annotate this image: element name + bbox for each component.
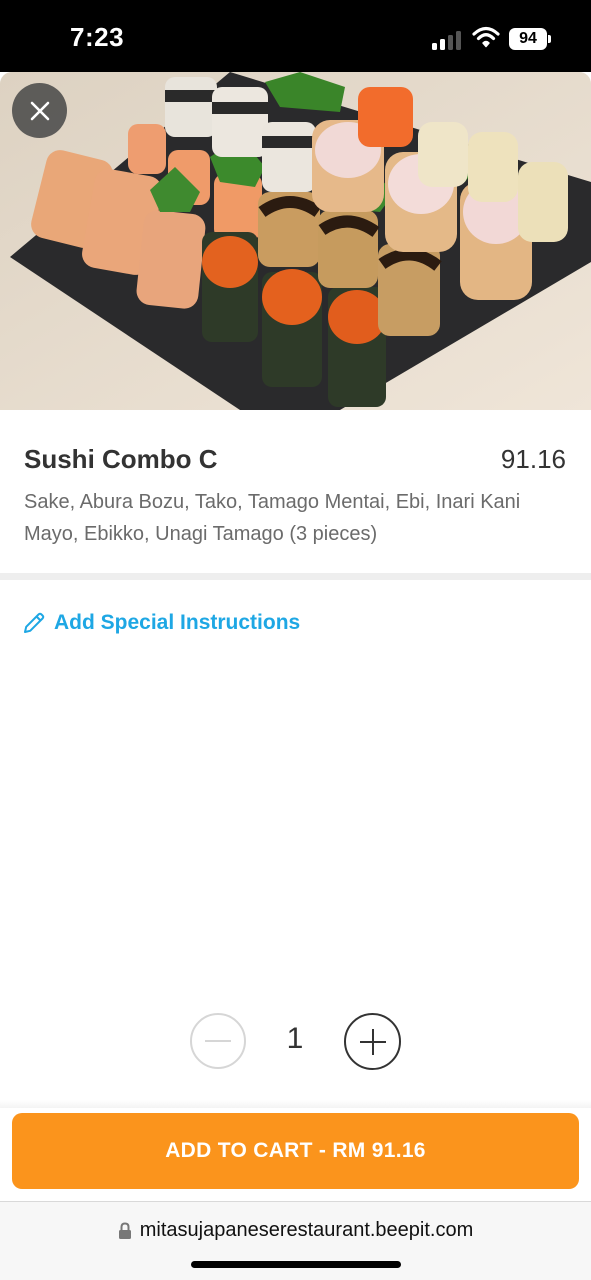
product-price: 91.16 — [500, 444, 566, 474]
footer-shadow — [0, 1100, 591, 1108]
home-indicator[interactable] — [191, 1261, 401, 1268]
browser-address-bar[interactable]: mitasujapaneserestaurant.beepit.com — [0, 1201, 591, 1280]
status-bar: 7:23 94 — [0, 0, 591, 72]
lock-icon — [118, 1221, 131, 1239]
status-time: 7:23 — [70, 22, 125, 52]
url-text: mitasujapaneserestaurant.beepit.com — [139, 1219, 474, 1241]
sushi-platter-illustration — [0, 72, 591, 410]
product-name: Sushi Combo C — [24, 444, 218, 474]
close-icon — [30, 101, 49, 120]
quantity-decrease-button[interactable] — [190, 1013, 246, 1069]
pencil-icon — [24, 612, 45, 633]
battery-tip — [548, 35, 551, 43]
quantity-increase-button[interactable] — [344, 1013, 401, 1070]
product-image — [0, 72, 591, 410]
add-special-instructions-link[interactable]: Add Special Instructions — [22, 608, 300, 638]
wifi-icon — [472, 26, 500, 48]
product-description: Sake, Abura Bozu, Tako, Tamago Mentai, E… — [24, 491, 521, 545]
url-container[interactable]: mitasujapaneserestaurant.beepit.com — [0, 1219, 591, 1242]
close-button[interactable] — [12, 83, 67, 138]
add-to-cart-button[interactable]: ADD TO CART - RM 91.16 — [12, 1113, 579, 1189]
add-special-instructions-label: Add Special Instructions — [54, 611, 301, 634]
battery-icon: 94 — [509, 28, 547, 50]
quantity-value: 1 — [286, 1022, 304, 1055]
product-info: Sushi Combo C 91.16 Sake, Abura Bozu, Ta… — [0, 410, 591, 575]
signal-icon — [432, 30, 464, 50]
plus-icon — [359, 1028, 386, 1055]
section-divider — [0, 573, 591, 580]
minus-icon — [205, 1040, 231, 1042]
